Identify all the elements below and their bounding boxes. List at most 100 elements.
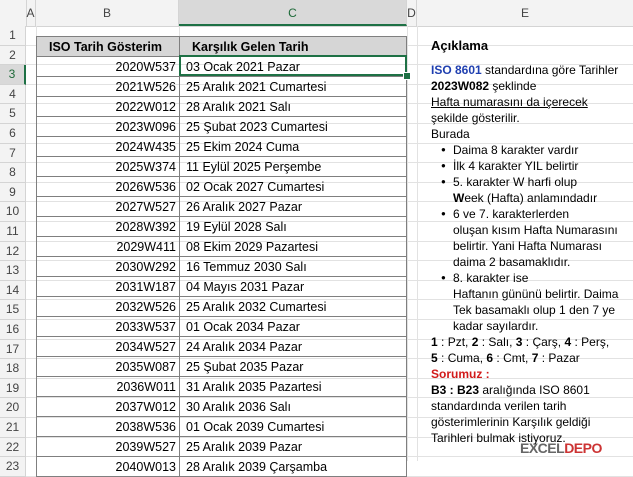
column-header-c[interactable]: C bbox=[179, 0, 407, 26]
iso-date-cell[interactable]: 2023W096 bbox=[36, 116, 180, 137]
row-header[interactable]: 11 bbox=[0, 222, 26, 242]
corresponding-date-cell[interactable]: 25 Aralık 2032 Cumartesi bbox=[179, 296, 407, 317]
active-cell-selection bbox=[179, 55, 407, 76]
select-all-corner[interactable] bbox=[0, 0, 27, 26]
header-iso-date[interactable]: ISO Tarih Gösterim bbox=[36, 36, 180, 57]
row-header[interactable]: 4 bbox=[0, 84, 26, 105]
row-header[interactable]: 20 bbox=[0, 398, 26, 418]
iso-date-cell[interactable]: 2035W087 bbox=[36, 356, 180, 377]
text-span: W bbox=[453, 191, 465, 205]
row-header[interactable]: 7 bbox=[0, 143, 26, 164]
iso-date-cell[interactable]: 2026W536 bbox=[36, 176, 180, 197]
logo-text-excel: EXCEL bbox=[520, 440, 565, 456]
iso-date-cell[interactable]: 2037W012 bbox=[36, 396, 180, 417]
row-header[interactable]: 19 bbox=[0, 378, 26, 399]
table-row: 2038W536 01 Ocak 2039 Cumartesi bbox=[36, 416, 407, 437]
table-row: 2023W096 25 Şubat 2023 Cumartesi bbox=[36, 116, 407, 137]
row-header[interactable]: 17 bbox=[0, 339, 26, 360]
row-header[interactable]: 13 bbox=[0, 261, 26, 281]
corresponding-date-cell[interactable]: 30 Aralık 2036 Salı bbox=[179, 396, 407, 417]
iso-date-cell[interactable]: 2032W526 bbox=[36, 296, 180, 317]
corresponding-date-cell[interactable]: 28 Aralık 2039 Çarşamba bbox=[179, 456, 407, 477]
row-header[interactable]: 21 bbox=[0, 418, 26, 438]
table-row: 2029W411 08 Ekim 2029 Pazartesi bbox=[36, 236, 407, 257]
iso-date-cell[interactable]: 2024W435 bbox=[36, 136, 180, 157]
corresponding-date-cell[interactable]: 16 Temmuz 2030 Salı bbox=[179, 256, 407, 277]
corresponding-date-cell[interactable]: 01 Ocak 2034 Pazar bbox=[179, 316, 407, 337]
day-number: 5 bbox=[431, 351, 438, 365]
grid-line bbox=[417, 26, 418, 461]
text-span: şeklinde bbox=[489, 79, 537, 93]
row-header[interactable]: 6 bbox=[0, 124, 26, 144]
iso-date-cell[interactable]: 2031W187 bbox=[36, 276, 180, 297]
corresponding-date-cell[interactable]: 01 Ocak 2039 Cumartesi bbox=[179, 416, 407, 437]
table-row: 2022W012 28 Aralık 2021 Salı bbox=[36, 96, 407, 117]
row-header[interactable]: 14 bbox=[0, 280, 26, 301]
row-header[interactable]: 3 bbox=[0, 65, 26, 85]
column-header-b[interactable]: B bbox=[36, 0, 179, 26]
iso-date-cell[interactable]: 2027W527 bbox=[36, 196, 180, 217]
column-header-d[interactable]: D bbox=[407, 0, 417, 26]
row-header[interactable]: 12 bbox=[0, 241, 26, 262]
underlined-text: Hafta numarasını da içerecek bbox=[431, 95, 588, 109]
corresponding-date-cell[interactable]: 25 Aralık 2039 Pazar bbox=[179, 436, 407, 457]
row-header[interactable]: 10 bbox=[0, 202, 26, 222]
table-row: 2037W012 30 Aralık 2036 Salı bbox=[36, 396, 407, 417]
column-header-a[interactable]: A bbox=[26, 0, 36, 26]
day-name: : Pazar bbox=[538, 351, 580, 365]
corresponding-date-cell[interactable]: 28 Aralık 2021 Salı bbox=[179, 96, 407, 117]
table-row: 2040W013 28 Aralık 2039 Çarşamba bbox=[36, 456, 407, 477]
iso-date-cell[interactable]: 2030W292 bbox=[36, 256, 180, 277]
burada-label: Burada bbox=[431, 127, 470, 141]
iso-date-cell[interactable]: 2020W537 bbox=[36, 56, 180, 77]
question-text: B3 : B23 aralığında ISO 8601 standardınd… bbox=[431, 382, 626, 446]
row-header[interactable]: 23 bbox=[0, 457, 26, 477]
iso-date-cell[interactable]: 2028W392 bbox=[36, 216, 180, 237]
iso-date-cell[interactable]: 2033W537 bbox=[36, 316, 180, 337]
table-row: 2030W292 16 Temmuz 2030 Salı bbox=[36, 256, 407, 277]
text-span: eek (Hafta) anlamındadır bbox=[464, 191, 598, 205]
corresponding-date-cell[interactable]: 25 Aralık 2021 Cumartesi bbox=[179, 76, 407, 97]
table-header-row: ISO Tarih Gösterim Karşılık Gelen Tarih bbox=[36, 36, 407, 57]
fill-handle[interactable] bbox=[403, 72, 411, 80]
corresponding-date-cell[interactable]: 19 Eylül 2028 Salı bbox=[179, 216, 407, 237]
corresponding-date-cell[interactable]: 24 Aralık 2034 Pazar bbox=[179, 336, 407, 357]
iso-date-cell[interactable]: 2036W011 bbox=[36, 376, 180, 397]
column-header-e[interactable]: E bbox=[417, 0, 633, 26]
row-header[interactable]: 2 bbox=[0, 45, 26, 66]
row-header[interactable]: 1 bbox=[0, 26, 26, 46]
table-row: 2036W011 31 Aralık 2035 Pazartesi bbox=[36, 376, 407, 397]
day-name: : Salı, bbox=[478, 335, 516, 349]
corresponding-date-cell[interactable]: 25 Şubat 2023 Cumartesi bbox=[179, 116, 407, 137]
corresponding-date-cell[interactable]: 31 Aralık 2035 Pazartesi bbox=[179, 376, 407, 397]
iso-date-cell[interactable]: 2038W536 bbox=[36, 416, 180, 437]
iso-date-cell[interactable]: 2039W527 bbox=[36, 436, 180, 457]
text-span: standardına göre Tarihler bbox=[481, 63, 619, 77]
list-item: 5. karakter W harfi olup Week (Hafta) anl… bbox=[441, 174, 626, 206]
iso-date-cell[interactable]: 2025W374 bbox=[36, 156, 180, 177]
iso-date-cell[interactable]: 2029W411 bbox=[36, 236, 180, 257]
text-span: şekilde gösterilir. bbox=[431, 111, 520, 125]
iso-date-cell[interactable]: 2022W012 bbox=[36, 96, 180, 117]
corresponding-date-cell[interactable]: 04 Mayıs 2031 Pazar bbox=[179, 276, 407, 297]
row-header[interactable]: 15 bbox=[0, 300, 26, 320]
row-header[interactable]: 9 bbox=[0, 182, 26, 203]
table-row: 2025W374 11 Eylül 2025 Perşembe bbox=[36, 156, 407, 177]
text-span: 5. karakter W harfi olup bbox=[453, 175, 578, 189]
row-header[interactable]: 16 bbox=[0, 320, 26, 340]
iso-date-cell[interactable]: 2021W526 bbox=[36, 76, 180, 97]
iso-date-cell[interactable]: 2034W527 bbox=[36, 336, 180, 357]
corresponding-date-cell[interactable]: 11 Eylül 2025 Perşembe bbox=[179, 156, 407, 177]
corresponding-date-cell[interactable]: 25 Şubat 2035 Pazar bbox=[179, 356, 407, 377]
row-header[interactable]: 22 bbox=[0, 437, 26, 458]
row-header[interactable]: 5 bbox=[0, 104, 26, 124]
row-header[interactable]: 18 bbox=[0, 359, 26, 379]
corresponding-date-cell[interactable]: 26 Aralık 2027 Pazar bbox=[179, 196, 407, 217]
range-label: B3 : B23 bbox=[431, 383, 480, 397]
row-header[interactable]: 8 bbox=[0, 163, 26, 183]
corresponding-date-cell[interactable]: 08 Ekim 2029 Pazartesi bbox=[179, 236, 407, 257]
corresponding-date-cell[interactable]: 02 Ocak 2027 Cumartesi bbox=[179, 176, 407, 197]
iso-date-cell[interactable]: 2040W013 bbox=[36, 456, 180, 477]
corresponding-date-cell[interactable]: 25 Ekim 2024 Cuma bbox=[179, 136, 407, 157]
header-corresponding-date[interactable]: Karşılık Gelen Tarih bbox=[179, 36, 407, 57]
